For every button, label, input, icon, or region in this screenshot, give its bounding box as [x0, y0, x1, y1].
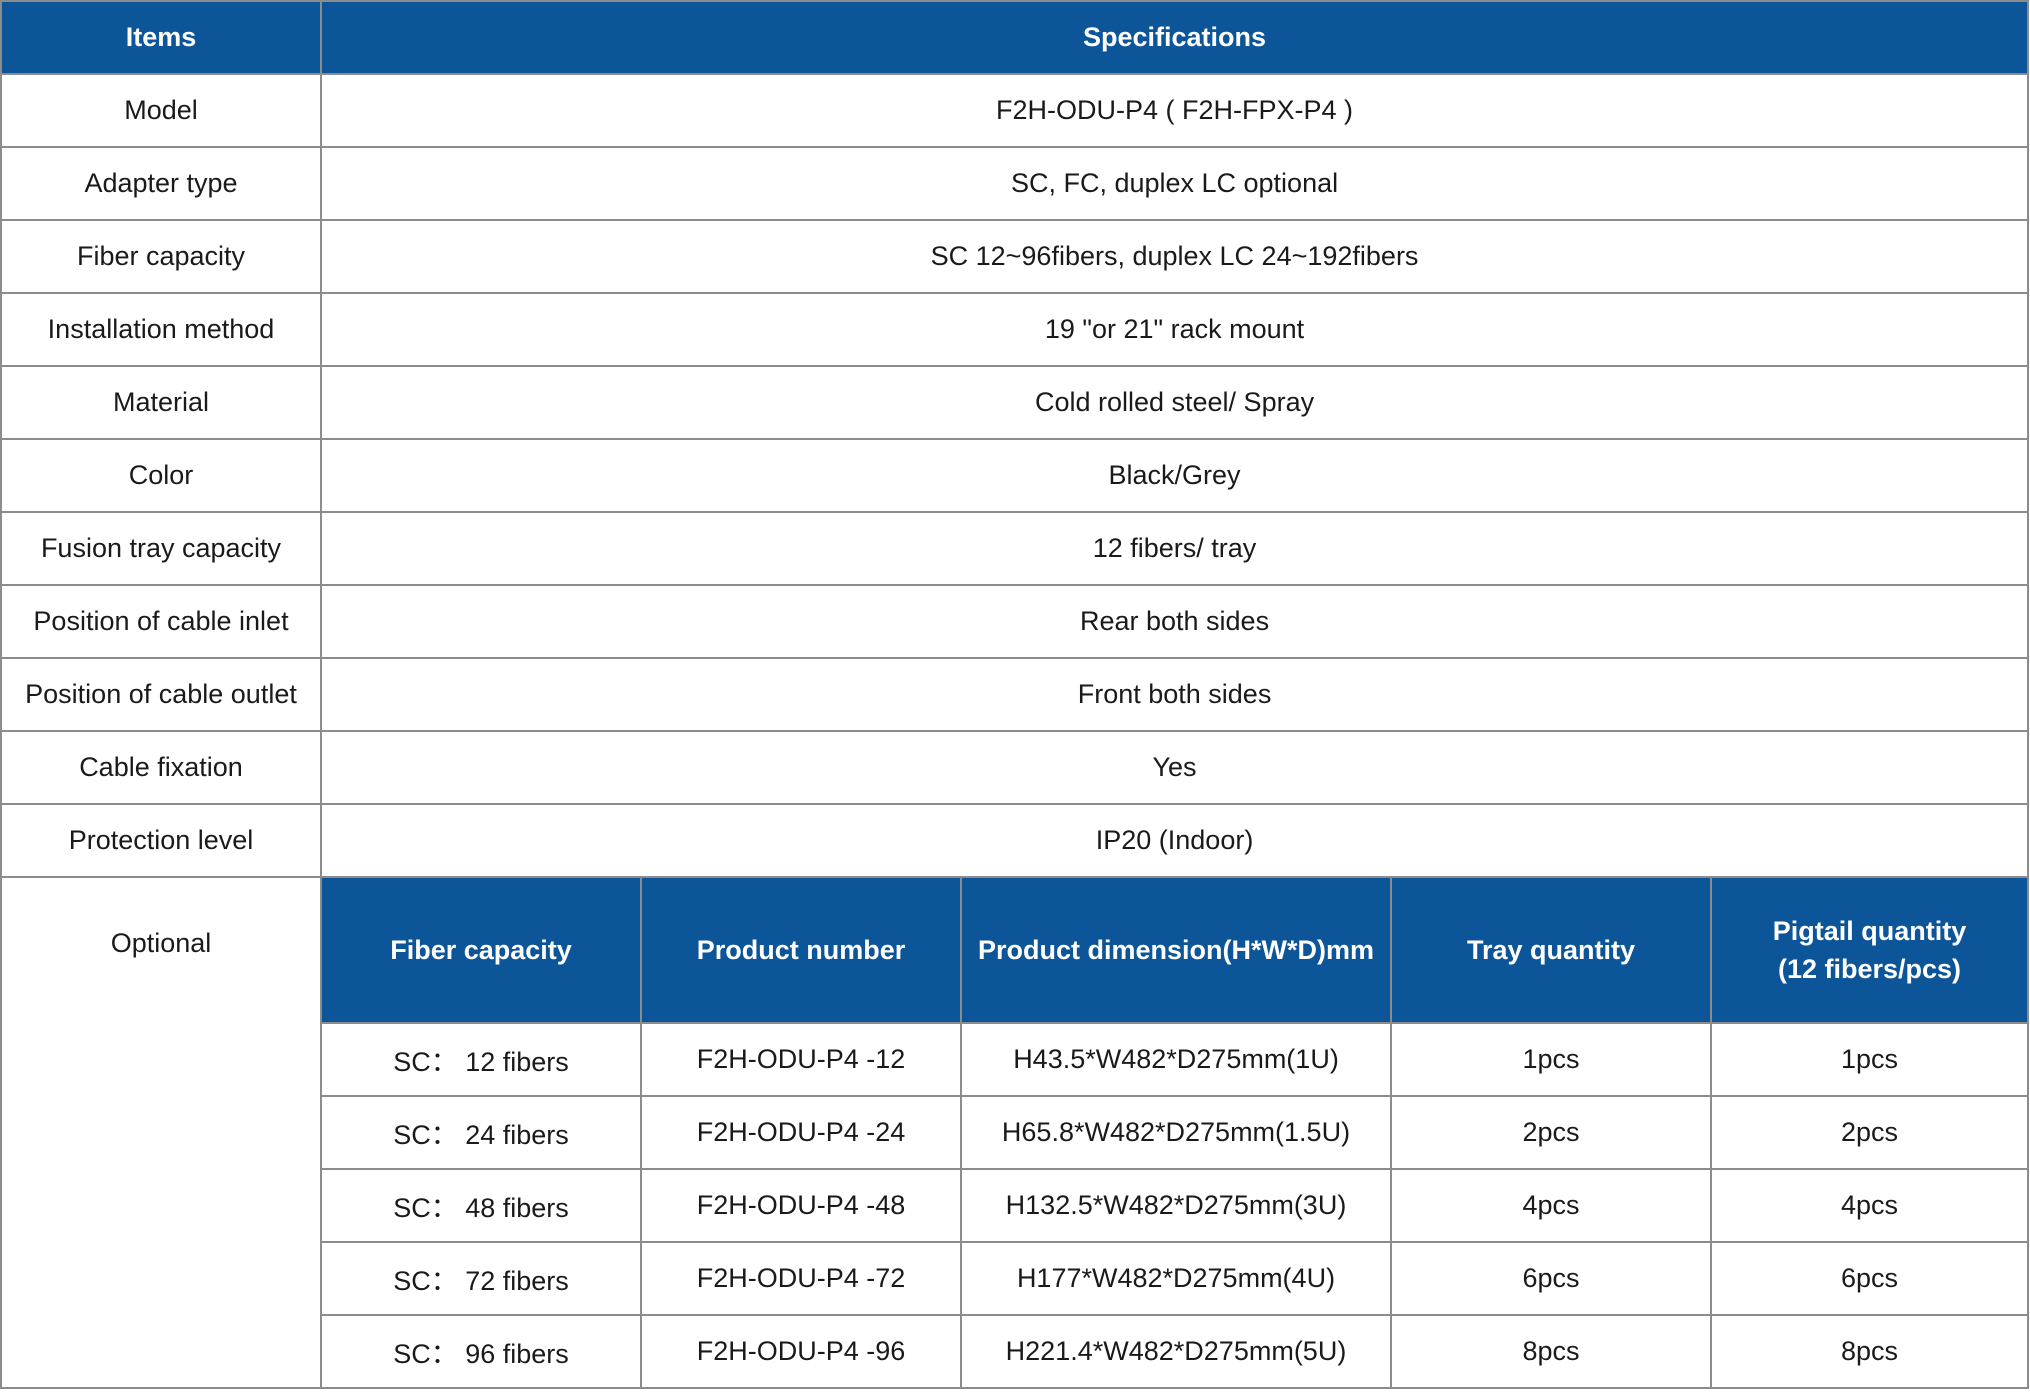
item-label: Fiber capacity	[0, 219, 322, 294]
item-label: Fusion tray capacity	[0, 511, 322, 586]
col-product-number: Product number	[640, 876, 962, 1024]
table-row-cable-fixation: Cable fixation Yes	[0, 730, 2030, 805]
tray-quantity-cell: 1pcs	[1390, 1022, 1712, 1097]
item-label: Position of cable outlet	[0, 657, 322, 732]
pigtail-quantity-cell: 1pcs	[1709, 1022, 2030, 1097]
pigtail-quantity-label: Pigtail quantity	[1772, 916, 1967, 946]
spec-value: IP20 (Indoor)	[319, 803, 2030, 878]
item-label: Position of cable inlet	[0, 584, 322, 659]
table-row-cable-outlet: Position of cable outlet Front both side…	[0, 657, 2030, 732]
items-header: Items	[0, 0, 322, 75]
item-label: Model	[0, 73, 322, 148]
pigtail-quantity-cell: 6pcs	[1709, 1241, 2030, 1316]
col-tray-quantity: Tray quantity	[1390, 876, 1712, 1024]
product-number-cell: F2H-ODU-P4 -24	[640, 1095, 962, 1170]
item-label: Cable fixation	[0, 730, 322, 805]
tray-quantity-cell: 4pcs	[1390, 1168, 1712, 1243]
spec-value: Cold rolled steel/ Spray	[319, 365, 2030, 440]
fiber-capacity-cell: SC： 24 fibers	[320, 1095, 642, 1170]
col-fiber-capacity: Fiber capacity	[320, 876, 642, 1024]
table-header-row: Items Specifications	[0, 0, 2030, 75]
spec-value: F2H-ODU-P4 ( F2H-FPX-P4 )	[319, 73, 2030, 148]
pigtail-quantity-cell: 8pcs	[1709, 1314, 2030, 1389]
product-dimension-cell: H132.5*W482*D275mm(3U)	[960, 1168, 1392, 1243]
table-row-fiber-capacity: Fiber capacity SC 12~96fibers, duplex LC…	[0, 219, 2030, 294]
spec-value: 19 "or 21" rack mount	[319, 292, 2030, 367]
spec-value: Yes	[319, 730, 2030, 805]
table-row-material: Material Cold rolled steel/ Spray	[0, 365, 2030, 440]
item-label: Material	[0, 365, 322, 440]
table-row-cable-inlet: Position of cable inlet Rear both sides	[0, 584, 2030, 659]
tray-quantity-cell: 2pcs	[1390, 1095, 1712, 1170]
optional-header-row: Optional Fiber capacity Product number P…	[0, 876, 2030, 1389]
table-row-model: Model F2H-ODU-P4 ( F2H-FPX-P4 )	[0, 73, 2030, 148]
specifications-header: Specifications	[319, 0, 2030, 75]
fiber-capacity-cell: SC： 12 fibers	[320, 1022, 642, 1097]
item-label: Color	[0, 438, 322, 513]
table-row-protection-level: Protection level IP20 (Indoor)	[0, 803, 2030, 878]
pigtail-quantity-cell: 4pcs	[1709, 1168, 2030, 1243]
col-product-dimension: Product dimension(H*W*D)mm	[960, 876, 1392, 1024]
product-dimension-cell: H177*W482*D275mm(4U)	[960, 1241, 1392, 1316]
tray-quantity-cell: 8pcs	[1390, 1314, 1712, 1389]
spec-value: SC 12~96fibers, duplex LC 24~192fibers	[319, 219, 2030, 294]
item-label: Adapter type	[0, 146, 322, 221]
item-label: Installation method	[0, 292, 322, 367]
tray-quantity-cell: 6pcs	[1390, 1241, 1712, 1316]
product-number-cell: F2H-ODU-P4 -96	[640, 1314, 962, 1389]
item-label: Protection level	[0, 803, 322, 878]
product-number-cell: F2H-ODU-P4 -48	[640, 1168, 962, 1243]
table-row-fusion-tray-capacity: Fusion tray capacity 12 fibers/ tray	[0, 511, 2030, 586]
spec-value: SC, FC, duplex LC optional	[319, 146, 2030, 221]
fiber-capacity-cell: SC： 72 fibers	[320, 1241, 642, 1316]
product-number-cell: F2H-ODU-P4 -12	[640, 1022, 962, 1097]
fiber-capacity-cell: SC： 96 fibers	[320, 1314, 642, 1389]
spec-value: Black/Grey	[319, 438, 2030, 513]
spec-value: Rear both sides	[319, 584, 2030, 659]
product-dimension-cell: H65.8*W482*D275mm(1.5U)	[960, 1095, 1392, 1170]
spec-sheet: Items Specifications Model F2H-ODU-P4 ( …	[0, 0, 2030, 1399]
table-row-adapter-type: Adapter type SC, FC, duplex LC optional	[0, 146, 2030, 221]
product-dimension-cell: H43.5*W482*D275mm(1U)	[960, 1022, 1392, 1097]
col-pigtail-quantity: Pigtail quantity (12 fibers/pcs)	[1709, 876, 2030, 1024]
spec-table: Items Specifications Model F2H-ODU-P4 ( …	[0, 0, 2030, 1389]
table-row-installation-method: Installation method 19 "or 21" rack moun…	[0, 292, 2030, 367]
product-dimension-cell: H221.4*W482*D275mm(5U)	[960, 1314, 1392, 1389]
optional-label: Optional	[0, 876, 322, 1389]
pigtail-quantity-sub: (12 fibers/pcs)	[1777, 954, 1962, 984]
fiber-capacity-cell: SC： 48 fibers	[320, 1168, 642, 1243]
spec-value: Front both sides	[319, 657, 2030, 732]
pigtail-quantity-cell: 2pcs	[1709, 1095, 2030, 1170]
table-row-color: Color Black/Grey	[0, 438, 2030, 513]
spec-value: 12 fibers/ tray	[319, 511, 2030, 586]
product-number-cell: F2H-ODU-P4 -72	[640, 1241, 962, 1316]
